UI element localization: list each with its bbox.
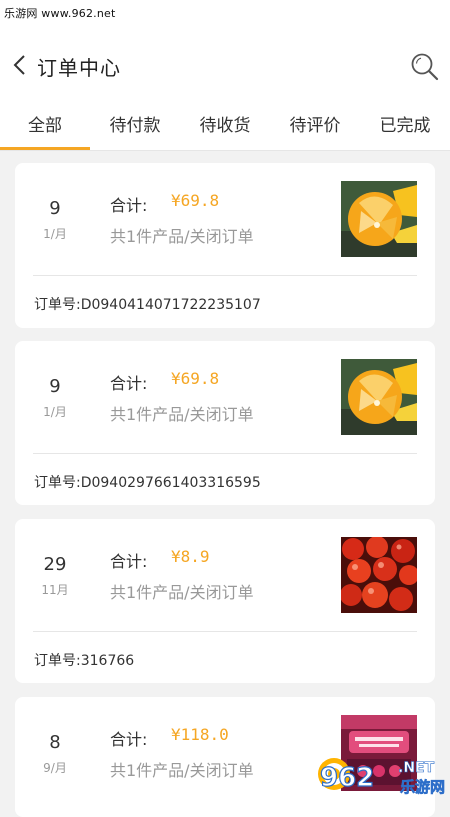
- orange-slices-image[interactable]: [341, 359, 417, 435]
- site-watermark-logo: 962 .NET 乐游网: [318, 758, 445, 796]
- order-card[interactable]: 9 1/月 合计: ¥69.8 共1件产品/关闭订单 订单号:D09404140…: [15, 163, 435, 328]
- order-number: 订单号:316766: [34, 653, 135, 669]
- page-title: 订单中心: [37, 56, 121, 80]
- watermark-sitename: 乐游网: [400, 778, 445, 796]
- divider: [33, 453, 417, 454]
- divider: [33, 631, 417, 632]
- total-amount: ¥118.0: [171, 725, 229, 744]
- order-day: 9: [49, 198, 61, 219]
- total-amount: ¥8.9: [171, 547, 210, 566]
- order-description: 共1件产品/关闭订单: [110, 761, 254, 780]
- order-day: 29: [43, 554, 67, 575]
- order-number: 订单号:D0940414071722235107: [34, 297, 261, 313]
- order-tabs: 全部 待付款 待收货 待评价 已完成: [0, 106, 450, 151]
- total-label: 合计:: [110, 730, 148, 749]
- watermark-digits: 962: [320, 763, 374, 793]
- orange-slices-image[interactable]: [341, 181, 417, 257]
- order-description: 共1件产品/关闭订单: [110, 583, 254, 602]
- order-number: 订单号:D0940297661403316595: [34, 475, 261, 491]
- watermark-suffix: .NET: [398, 760, 435, 776]
- order-day: 9: [49, 376, 61, 397]
- order-month: 1/月: [43, 405, 67, 419]
- order-month: 11月: [41, 583, 69, 597]
- cherry-tomatoes-image[interactable]: [341, 537, 417, 613]
- order-card[interactable]: 9 1/月 合计: ¥69.8 共1件产品/关闭订单 订单号:D09402976…: [15, 341, 435, 505]
- tab-pending-review[interactable]: 待评价: [270, 106, 360, 150]
- order-month: 9/月: [43, 761, 67, 775]
- status-bar: 乐游网 www.962.net: [0, 0, 450, 24]
- tab-completed[interactable]: 已完成: [360, 106, 450, 150]
- order-day: 8: [49, 732, 61, 753]
- search-icon[interactable]: [409, 51, 441, 83]
- tab-pending-payment[interactable]: 待付款: [90, 106, 180, 150]
- total-amount: ¥69.8: [171, 191, 220, 210]
- order-description: 共1件产品/关闭订单: [110, 405, 254, 424]
- total-label: 合计:: [110, 374, 148, 393]
- tab-all[interactable]: 全部: [0, 106, 90, 150]
- tab-pending-receipt[interactable]: 待收货: [180, 106, 270, 150]
- back-icon[interactable]: [10, 54, 30, 76]
- order-month: 1/月: [43, 227, 67, 241]
- watermark-text: 乐游网 www.962.net: [4, 7, 116, 20]
- header: 订单中心: [0, 24, 450, 106]
- total-label: 合计:: [110, 196, 148, 215]
- order-description: 共1件产品/关闭订单: [110, 227, 254, 246]
- divider: [33, 275, 417, 276]
- order-card[interactable]: 29 11月 合计: ¥8.9 共1件产品/关闭订单 订单号:316766: [15, 519, 435, 683]
- total-label: 合计:: [110, 552, 148, 571]
- total-amount: ¥69.8: [171, 369, 220, 388]
